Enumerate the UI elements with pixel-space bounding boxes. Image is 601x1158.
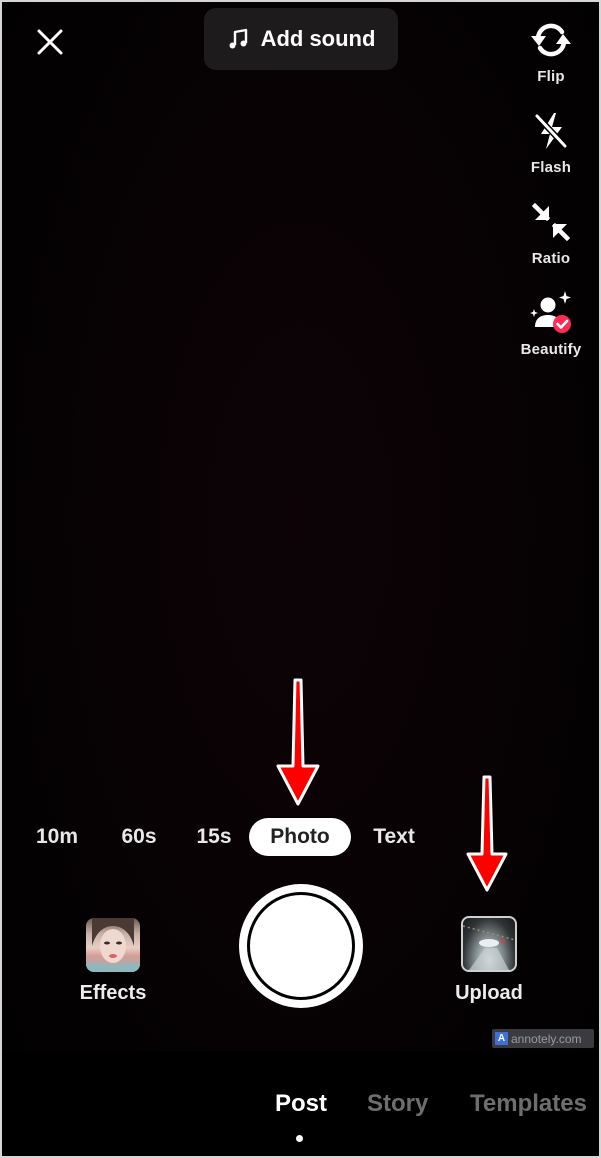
camera-screen: Add sound Flip Flash Ratio Beautify 10m …: [2, 2, 599, 1156]
upload-thumbnail: [461, 916, 517, 972]
tab-post[interactable]: Post: [275, 1090, 327, 1118]
beautify-button[interactable]: Beautify: [503, 289, 599, 380]
side-toolbar: Flip Flash Ratio Beautify: [503, 16, 599, 380]
effects-thumbnail: [86, 918, 140, 972]
mode-10m[interactable]: 10m: [26, 818, 88, 856]
flip-button[interactable]: Flip: [503, 16, 599, 107]
mode-text[interactable]: Text: [364, 818, 424, 856]
shutter-inner-circle: [247, 892, 355, 1000]
tab-templates[interactable]: Templates: [470, 1090, 587, 1118]
watermark-text: annotely.com: [511, 1031, 582, 1046]
capture-mode-selector: 10m 60s 15s Photo Text: [2, 818, 599, 858]
mode-15s[interactable]: 15s: [186, 818, 242, 856]
close-button[interactable]: [32, 24, 68, 60]
mode-60s[interactable]: 60s: [108, 818, 170, 856]
active-tab-indicator: [296, 1135, 303, 1142]
flash-button[interactable]: Flash: [503, 107, 599, 198]
beautify-label: Beautify: [520, 341, 582, 358]
ratio-label: Ratio: [531, 250, 571, 267]
watermark: A annotely.com: [492, 1029, 594, 1048]
flash-off-icon: [534, 113, 568, 149]
flip-label: Flip: [537, 68, 565, 85]
mode-photo[interactable]: Photo: [249, 818, 351, 856]
effects-label: Effects: [79, 982, 147, 1004]
annotely-logo-icon: A: [495, 1032, 508, 1045]
flash-label: Flash: [530, 159, 572, 176]
beautify-icon: [530, 291, 571, 333]
ratio-icon: [531, 202, 571, 242]
add-sound-label: Add sound: [260, 26, 376, 51]
flip-camera-icon: [531, 23, 571, 57]
upload-button[interactable]: Upload: [448, 916, 530, 1005]
close-icon: [37, 29, 63, 55]
upload-label: Upload: [455, 982, 523, 1004]
shutter-button[interactable]: [239, 884, 363, 1008]
ratio-button[interactable]: Ratio: [503, 198, 599, 289]
tab-story[interactable]: Story: [367, 1090, 428, 1118]
effects-button[interactable]: Effects: [72, 918, 154, 1005]
add-sound-button[interactable]: Add sound: [204, 8, 398, 70]
music-note-icon: [229, 28, 247, 49]
annotation-arrow-photo: [276, 678, 320, 806]
